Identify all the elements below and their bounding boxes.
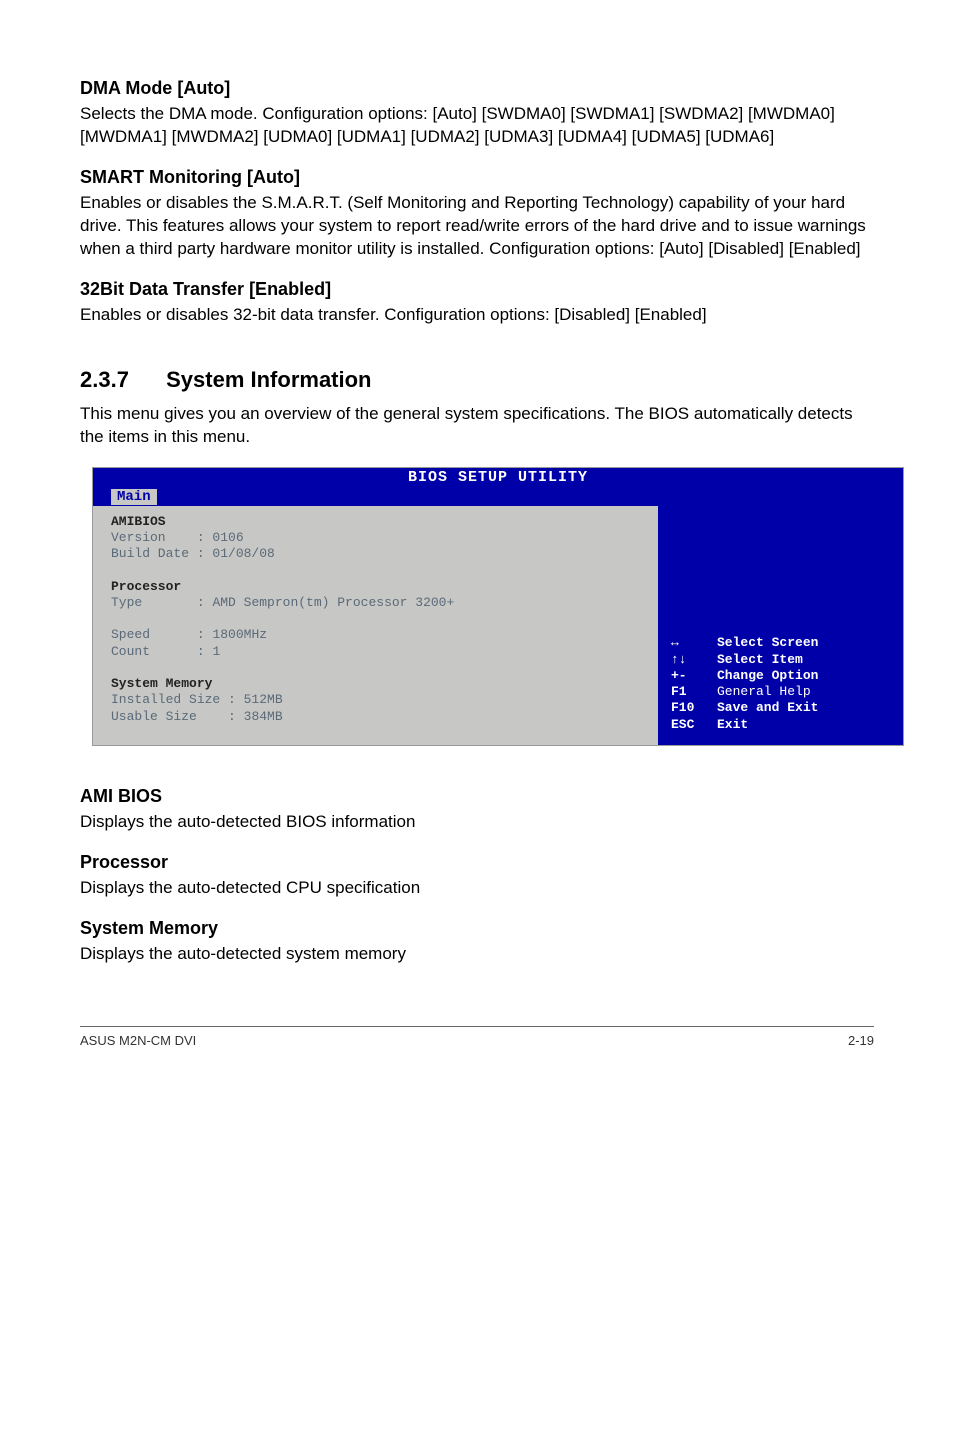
sysmem-heading: System Memory	[80, 918, 874, 939]
bios-help-key-f1: F1	[671, 684, 705, 700]
bios-left-panel: AMIBIOS Version : 0106 Build Date : 01/0…	[93, 506, 659, 745]
sysinfo-body: This menu gives you an overview of the g…	[80, 403, 874, 449]
sysmem-body: Displays the auto-detected system memory	[80, 943, 874, 966]
page-footer: ASUS M2N-CM DVI 2-19	[80, 1026, 874, 1048]
bios-processor-label: Processor	[111, 579, 181, 594]
bios-type-label: Type	[111, 595, 142, 610]
amibios-body: Displays the auto-detected BIOS informat…	[80, 811, 874, 834]
bios-installed-value: 512MB	[244, 692, 283, 707]
sysinfo-title: System Information	[166, 367, 371, 392]
bios-help-key-arrows-lr: ↔	[671, 635, 705, 651]
bios-help-key-plusminus: +-	[671, 668, 705, 684]
bit32-heading: 32Bit Data Transfer [Enabled]	[80, 279, 874, 300]
bios-sysmem-label: System Memory	[111, 676, 212, 691]
bit32-body: Enables or disables 32-bit data transfer…	[80, 304, 874, 327]
bios-help-table: ↔ Select Screen ↑↓ Select Item +- Change…	[671, 635, 891, 733]
sysinfo-num: 2.3.7	[80, 367, 160, 393]
bios-right-panel: ↔ Select Screen ↑↓ Select Item +- Change…	[659, 506, 903, 745]
bios-help-row: ↔ Select Screen	[671, 635, 891, 651]
bios-version-value: 0106	[212, 530, 243, 545]
bios-help-save-exit: Save and Exit	[717, 700, 818, 716]
bios-version-label: Version	[111, 530, 166, 545]
bios-builddate-label: Build Date	[111, 546, 189, 561]
bios-amibios-label: AMIBIOS	[111, 514, 166, 529]
bios-title: BIOS SETUP UTILITY	[93, 468, 903, 487]
bios-help-row: F10 Save and Exit	[671, 700, 891, 716]
bios-help-key-arrows-ud: ↑↓	[671, 652, 705, 668]
bios-help-select-screen: Select Screen	[717, 635, 818, 651]
bios-type-value: AMD Sempron(tm) Processor 3200+	[212, 595, 454, 610]
footer-right: 2-19	[848, 1033, 874, 1048]
bios-usable-label: Usable Size	[111, 709, 197, 724]
bios-help-key-f10: F10	[671, 700, 705, 716]
bios-tab-main[interactable]: Main	[111, 489, 157, 505]
bios-help-exit: Exit	[717, 717, 748, 733]
bios-help-key-esc: ESC	[671, 717, 705, 733]
smart-body: Enables or disables the S.M.A.R.T. (Self…	[80, 192, 874, 261]
bios-usable-value: 384MB	[244, 709, 283, 724]
sysinfo-heading: 2.3.7 System Information	[80, 367, 874, 393]
bios-help-select-item: Select Item	[717, 652, 803, 668]
bios-screenshot: BIOS SETUP UTILITY Main AMIBIOS Version …	[92, 467, 904, 746]
dma-heading: DMA Mode [Auto]	[80, 78, 874, 99]
bios-count-value: 1	[212, 644, 220, 659]
bios-speed-label: Speed	[111, 627, 150, 642]
bios-help-row: +- Change Option	[671, 668, 891, 684]
bios-tab-row: Main	[93, 487, 903, 506]
processor-body: Displays the auto-detected CPU specifica…	[80, 877, 874, 900]
bios-help-row: ESC Exit	[671, 717, 891, 733]
bios-speed-value: 1800MHz	[212, 627, 267, 642]
amibios-heading: AMI BIOS	[80, 786, 874, 807]
bios-help-change-option: Change Option	[717, 668, 818, 684]
bios-count-label: Count	[111, 644, 150, 659]
footer-left: ASUS M2N-CM DVI	[80, 1033, 196, 1048]
bios-installed-label: Installed Size	[111, 692, 220, 707]
smart-heading: SMART Monitoring [Auto]	[80, 167, 874, 188]
processor-heading: Processor	[80, 852, 874, 873]
bios-help-row: F1 General Help	[671, 684, 891, 700]
bios-builddate-value: 01/08/08	[212, 546, 274, 561]
dma-body: Selects the DMA mode. Configuration opti…	[80, 103, 874, 149]
bios-help-general-help: General Help	[717, 684, 811, 700]
bios-help-row: ↑↓ Select Item	[671, 652, 891, 668]
